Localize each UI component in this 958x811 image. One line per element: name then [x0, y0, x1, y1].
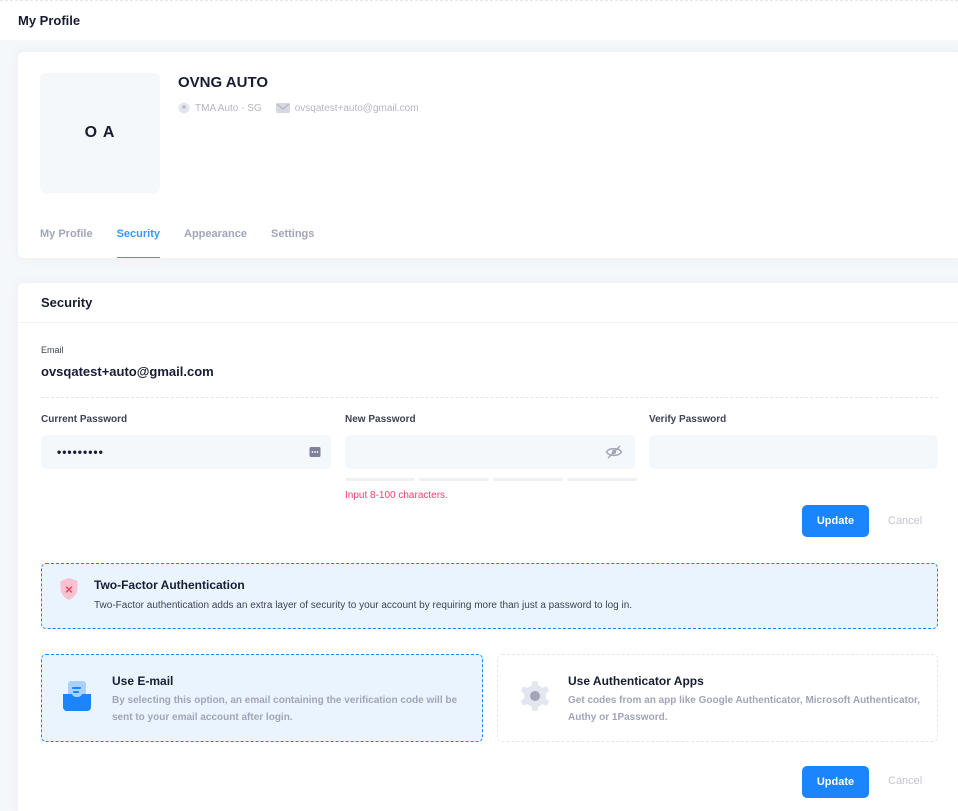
two-factor-notice: Two-Factor Authentication Two-Factor aut…	[41, 563, 938, 629]
security-title: Security	[41, 295, 93, 310]
two-factor-description: Two-Factor authentication adds an extra …	[94, 600, 633, 611]
option-email-description: By selecting this option, an email conta…	[112, 695, 458, 723]
security-card: Security Email ovsqatest+auto@gmail.com …	[18, 283, 958, 811]
option-authenticator-description: Get codes from an app like Google Authen…	[568, 695, 921, 723]
verify-password-input[interactable]	[649, 435, 938, 469]
tab-security[interactable]: Security	[116, 222, 161, 258]
two-factor-title: Two-Factor Authentication	[94, 578, 245, 592]
tab-settings[interactable]: Settings	[271, 222, 314, 258]
profile-email[interactable]: ovsqatest+auto@gmail.com	[275, 102, 419, 114]
current-password-label: Current Password	[41, 414, 128, 425]
option-authenticator-title: Use Authenticator Apps	[568, 674, 704, 688]
verify-password-label: Verify Password	[649, 414, 727, 425]
strength-segment	[567, 478, 637, 481]
cancel-password-button[interactable]: Cancel	[888, 515, 922, 527]
update-2fa-button[interactable]: Update	[802, 766, 869, 798]
email-label: Email	[41, 345, 64, 355]
profile-location: TMA Auto - SG	[178, 102, 262, 114]
strength-segment	[493, 478, 563, 481]
strength-segment	[419, 478, 489, 481]
mail-inbox-icon	[62, 679, 92, 718]
strength-segment	[345, 478, 415, 481]
profile-name: OVNG AUTO	[178, 74, 269, 91]
password-manager-icon[interactable]	[309, 445, 321, 463]
new-password-input[interactable]	[345, 435, 635, 469]
security-header: Security	[18, 283, 958, 323]
envelope-icon	[275, 103, 290, 113]
cancel-2fa-button[interactable]: Cancel	[888, 775, 922, 787]
option-authenticator[interactable]: Use Authenticator Apps Get codes from an…	[497, 654, 938, 742]
tab-appearance[interactable]: Appearance	[184, 222, 247, 258]
new-password-label: New Password	[345, 414, 416, 425]
gear-icon	[518, 679, 552, 718]
profile-tabs: My Profile Security Appearance Settings	[40, 222, 338, 258]
option-email[interactable]: Use E-mail By selecting this option, an …	[41, 654, 483, 742]
avatar: O A	[40, 73, 160, 193]
location-pin-icon	[178, 102, 190, 114]
shield-x-icon	[59, 577, 79, 606]
page-title: My Profile	[18, 13, 81, 28]
email-value: ovsqatest+auto@gmail.com	[41, 364, 214, 379]
profile-meta: TMA Auto - SG ovsqatest+auto@gmail.com	[178, 102, 433, 114]
profile-email-text: ovsqatest+auto@gmail.com	[294, 102, 419, 114]
current-password-value: •••••••••	[57, 445, 104, 459]
divider	[41, 397, 938, 398]
profile-location-text: TMA Auto - SG	[195, 102, 262, 114]
password-strength-meter	[345, 478, 641, 481]
eye-slash-icon[interactable]	[605, 444, 623, 465]
password-hint: Input 8-100 characters.	[345, 490, 448, 501]
update-password-button[interactable]: Update	[802, 505, 869, 537]
profile-card: O A OVNG AUTO TMA Auto - SG ovsqatest+au…	[18, 52, 958, 258]
top-bar: My Profile	[0, 0, 958, 40]
current-password-input[interactable]: •••••••••	[41, 435, 331, 469]
tab-my-profile[interactable]: My Profile	[40, 222, 93, 258]
option-email-title: Use E-mail	[112, 674, 174, 688]
